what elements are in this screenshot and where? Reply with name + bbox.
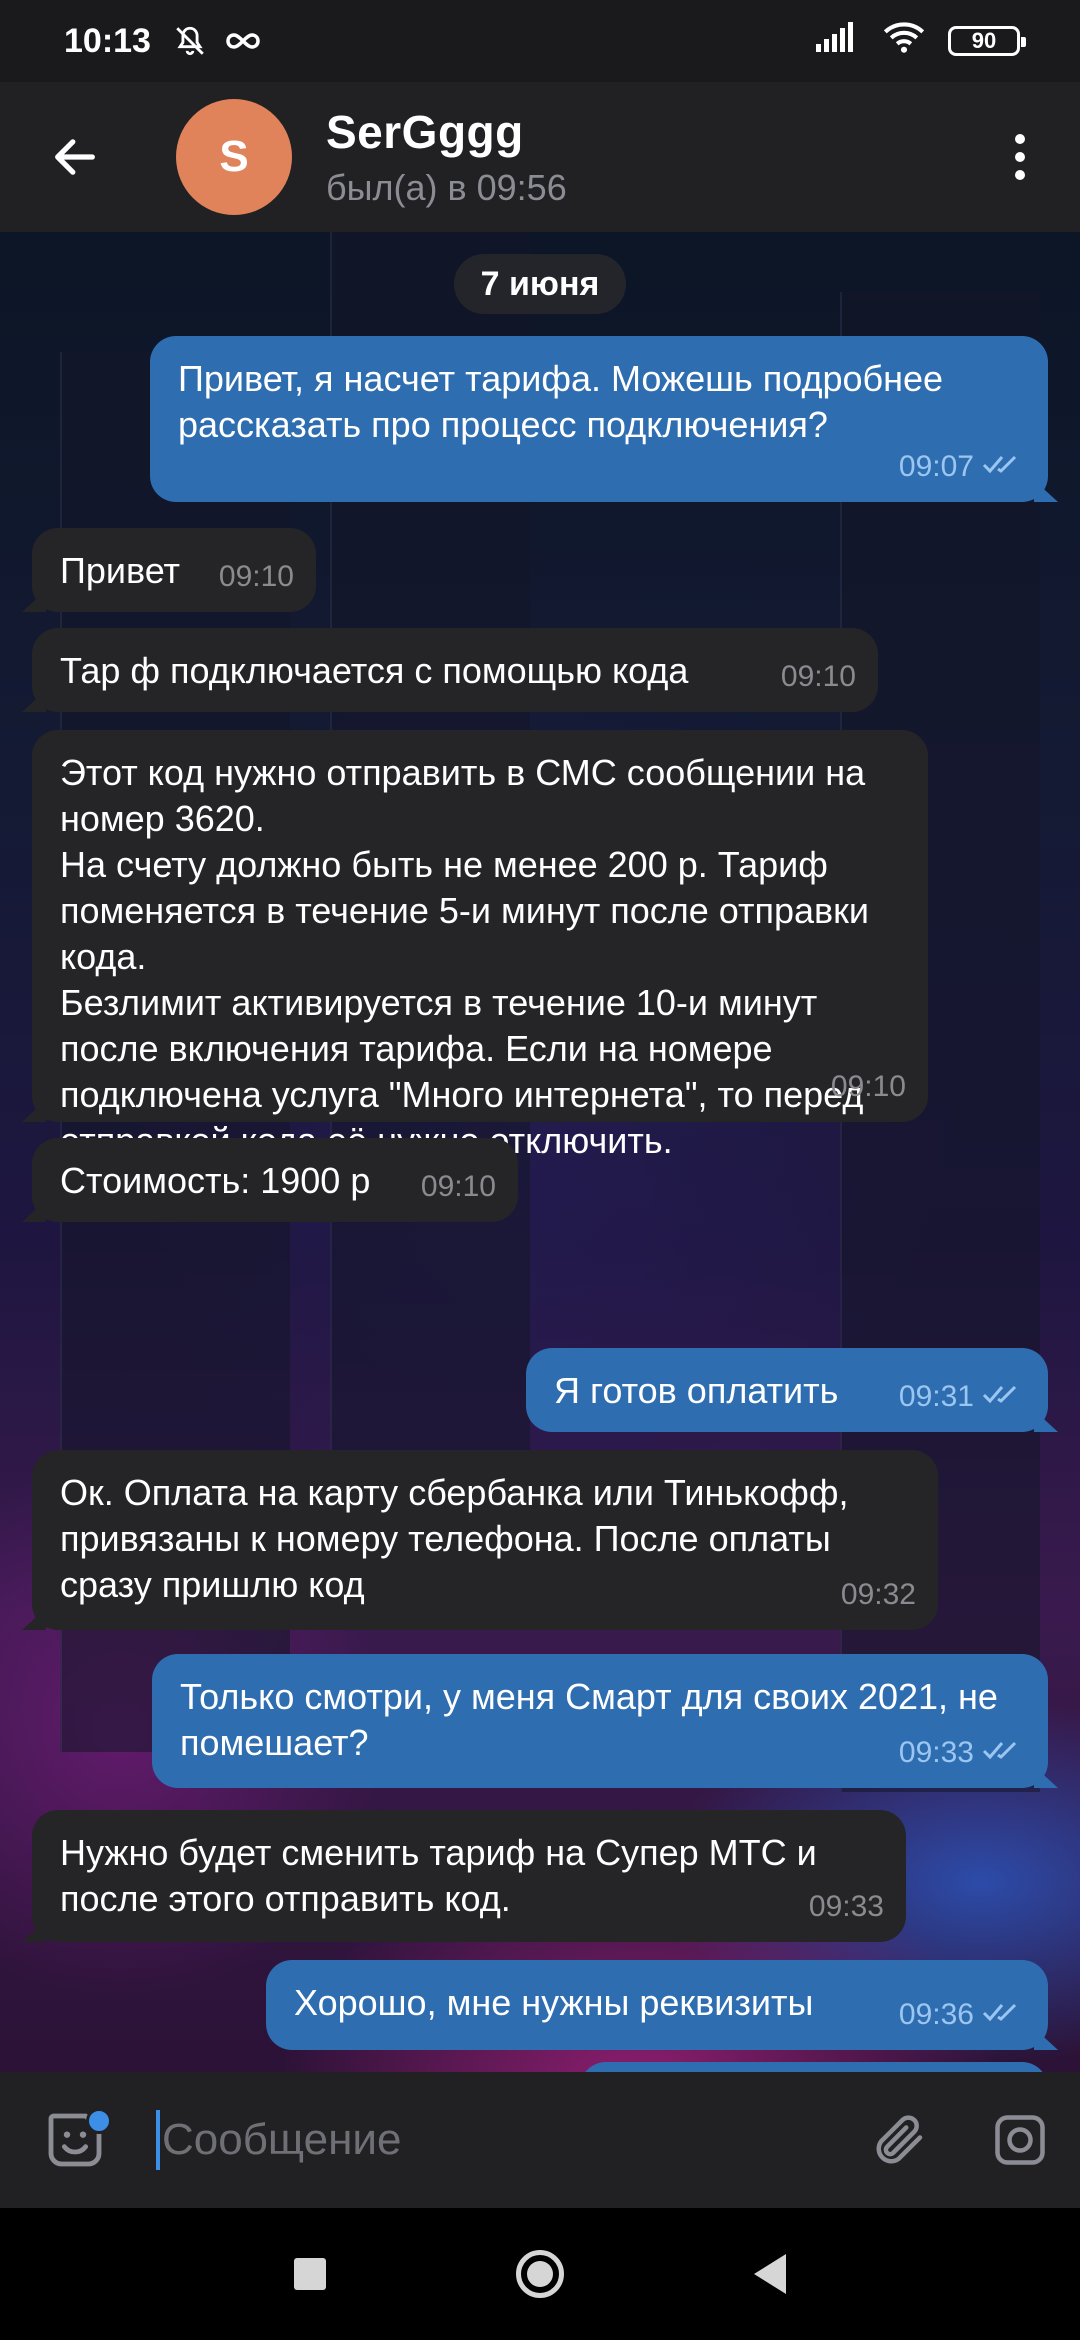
message-time: 09:32	[840, 1578, 916, 1611]
double-check-icon	[982, 1992, 1026, 2038]
more-dot-icon	[1015, 170, 1025, 180]
status-bar: 10:13 90	[0, 0, 1080, 82]
message-text: Этот код нужно отправить в СМС сообщении…	[60, 752, 870, 1161]
message-time: 09:07	[898, 450, 974, 483]
camera-button[interactable]	[960, 2072, 1080, 2208]
message-time: 09:10	[780, 660, 856, 693]
message-text: Нужно будет сменить тариф на Супер МТС и…	[60, 1832, 827, 1919]
incoming-message[interactable]: Тар ф подключается с помощью кода 09:10	[32, 628, 878, 712]
message-time: 09:33	[898, 1736, 974, 1769]
incoming-message[interactable]: Нужно будет сменить тариф на Супер МТС и…	[32, 1810, 906, 1942]
chat-title: SerGggg	[326, 106, 524, 158]
infinity-icon	[225, 29, 261, 53]
system-navigation-bar	[0, 2208, 1080, 2340]
message-text: Только смотри, у меня Смарт для своих 20…	[180, 1676, 1008, 1763]
outgoing-message-partial[interactable]	[580, 2062, 1048, 2072]
double-check-icon	[982, 1374, 1026, 1420]
avatar-letter: S	[219, 132, 249, 181]
message-time: 09:10	[420, 1170, 496, 1203]
battery-level: 90	[971, 28, 997, 53]
outgoing-message[interactable]: Только смотри, у меня Смарт для своих 20…	[152, 1654, 1048, 1788]
date-separator: 7 июня	[454, 254, 626, 314]
back-button[interactable]	[0, 82, 150, 232]
system-back-button[interactable]	[754, 2254, 786, 2294]
message-input[interactable]: Сообщение	[150, 2072, 840, 2208]
more-dot-icon	[1015, 152, 1025, 162]
notification-dot	[86, 2108, 112, 2134]
chat-title-block[interactable]: SerGggg был(а) в 09:56	[326, 105, 567, 209]
arrow-left-icon	[55, 139, 95, 175]
chat-area[interactable]: 7 июня Привет, я насчет тарифа. Можешь п…	[0, 232, 1080, 2072]
message-time: 09:31	[898, 1380, 974, 1413]
attach-button[interactable]	[840, 2072, 960, 2208]
message-text: Тар ф подключается с помощью кода	[60, 650, 689, 691]
battery-icon: 90	[948, 26, 1026, 56]
double-check-icon	[982, 444, 1026, 490]
bell-off-icon	[173, 24, 207, 58]
double-check-icon	[982, 1730, 1026, 1776]
wifi-icon	[882, 20, 926, 63]
more-options-button[interactable]	[960, 82, 1080, 232]
avatar[interactable]: S	[176, 99, 292, 215]
message-text: Привет, я насчет тарифа. Можешь подробне…	[178, 358, 954, 445]
message-time: 09:33	[808, 1890, 884, 1923]
more-dot-icon	[1015, 134, 1025, 144]
incoming-message[interactable]: Этот код нужно отправить в СМС сообщении…	[32, 730, 928, 1161]
last-seen-status: был(а) в 09:56	[326, 167, 567, 208]
signal-icon	[816, 21, 860, 61]
home-button[interactable]	[516, 2250, 564, 2298]
incoming-message[interactable]: Стоимость: 1900 р 09:10	[32, 1138, 518, 1222]
status-time: 10:13	[64, 21, 151, 60]
outgoing-message[interactable]: Я готов оплатить 09:31	[526, 1348, 1048, 1432]
incoming-message[interactable]: Ок. Оплата на карту сбербанка или Тинько…	[32, 1450, 938, 1630]
message-input-placeholder: Сообщение	[162, 2115, 402, 2164]
sticker-button[interactable]	[0, 2072, 150, 2208]
outgoing-message[interactable]: Хорошо, мне нужны реквизиты 09:36	[266, 1960, 1048, 2050]
message-time: 09:10	[830, 1070, 906, 1103]
incoming-message[interactable]: Привет 09:10	[32, 528, 316, 612]
message-time: 09:10	[218, 560, 294, 593]
recents-button[interactable]	[294, 2258, 326, 2290]
camera-icon	[995, 2115, 1045, 2165]
message-composer: Сообщение	[0, 2072, 1080, 2208]
message-text: Ок. Оплата на карту сбербанка или Тинько…	[60, 1472, 859, 1605]
paperclip-icon	[876, 2115, 923, 2164]
chat-header: S SerGggg был(а) в 09:56	[0, 82, 1080, 232]
outgoing-message[interactable]: Привет, я насчет тарифа. Можешь подробне…	[150, 336, 1048, 502]
text-cursor	[156, 2110, 160, 2170]
message-time: 09:36	[898, 1998, 974, 2031]
